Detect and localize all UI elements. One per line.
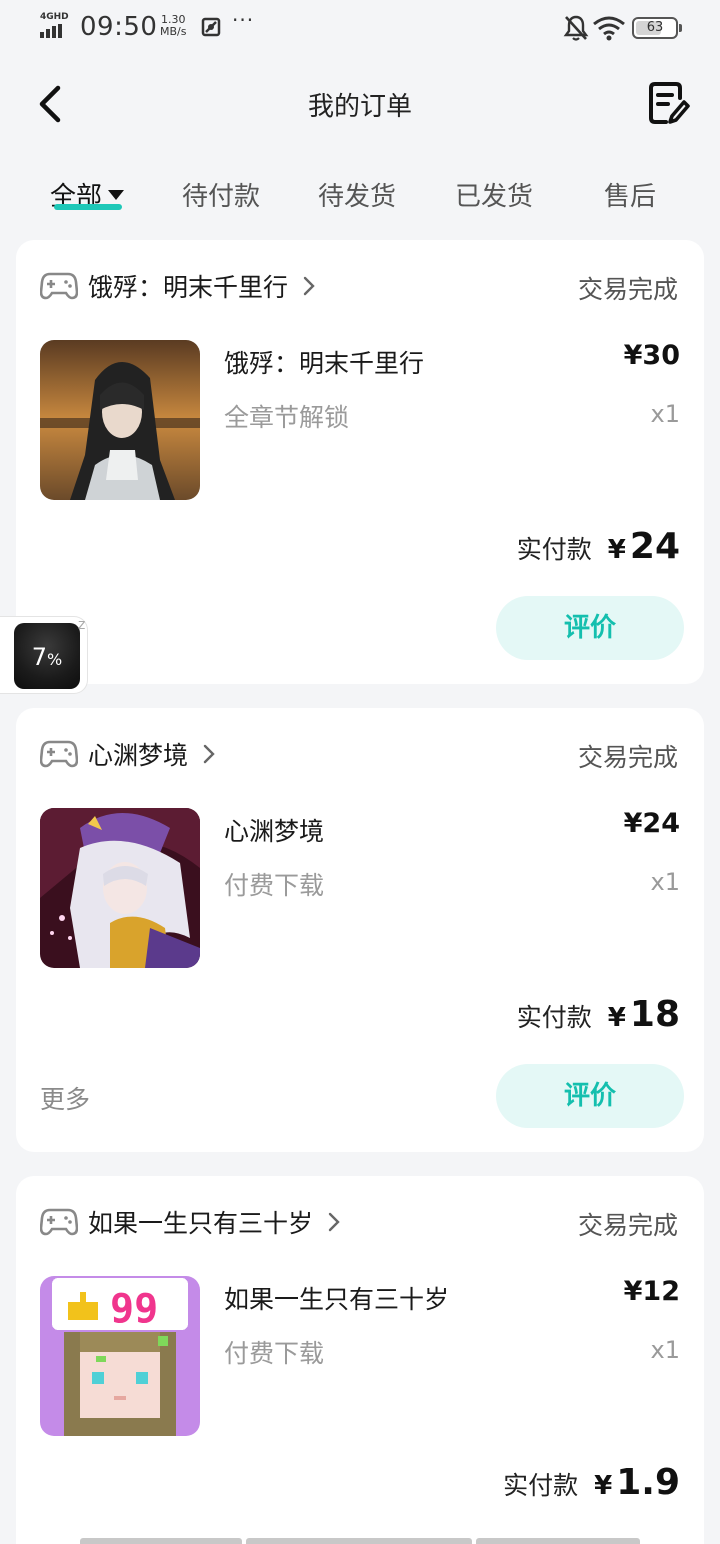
order-status: 交易完成: [577, 275, 678, 304]
item-quantity: x1: [650, 1336, 680, 1364]
chevron-right-icon: [203, 744, 215, 764]
order-tabs: 全部 待付款 待发货 已发货 售后: [0, 168, 720, 218]
order-card[interactable]: 如果一生只有三十岁 交易完成 99 如果一生只有三十岁 付费下载 ¥12 x1 …: [16, 1176, 704, 1544]
item-price: ¥12: [623, 1276, 680, 1307]
tab-after-sales[interactable]: 售后: [604, 176, 656, 213]
item-name: 心渊梦境: [224, 817, 325, 846]
currency-symbol: ¥: [607, 1003, 626, 1033]
paid-amount-row: 实付款 ¥ 24: [517, 526, 680, 567]
more-options-link[interactable]: 更多: [40, 1080, 90, 1116]
item-name: 如果一生只有三十岁: [224, 1285, 450, 1314]
order-card[interactable]: 饿殍：明末千里行 交易完成 饿殍：明末千里行 全章节解锁 ¥30 x1 实付款 …: [16, 240, 704, 684]
store-name: 如果一生只有三十岁: [88, 1209, 314, 1238]
floating-download-widget[interactable]: 7% z: [0, 616, 88, 694]
paid-amount-row: 实付款 ¥ 1.9: [503, 1462, 680, 1503]
progress-value: 7: [31, 643, 48, 671]
signal-icon: 4GHD: [40, 12, 70, 38]
paid-amount: 24: [629, 526, 680, 567]
portrait-white-hair-icon[interactable]: [40, 808, 200, 968]
store-name: 心渊梦境: [88, 741, 189, 770]
order-card[interactable]: 心渊梦境 交易完成 心渊梦境 付费下载 ¥24 x1 实付款 ¥ 18 更多 评…: [16, 708, 704, 1152]
caret-down-icon: [108, 190, 125, 200]
more-notifications-icon: ···: [232, 8, 255, 32]
percent-sign: %: [47, 650, 63, 669]
sleep-icon: z: [78, 617, 86, 633]
tab-shipped[interactable]: 已发货: [455, 176, 533, 213]
review-button[interactable]: 评价: [496, 1064, 684, 1128]
bottom-edge-strip: [80, 1538, 640, 1544]
item-spec: 全章节解锁: [224, 403, 350, 432]
item-spec: 付费下载: [224, 871, 325, 900]
order-status: 交易完成: [577, 1211, 678, 1240]
battery-icon: 63: [632, 17, 682, 39]
gamepad-icon: [40, 272, 78, 300]
active-tab-indicator: [54, 204, 122, 210]
order-status: 交易完成: [577, 743, 678, 772]
bell-off-icon: [563, 15, 589, 41]
progress-percent: 7%: [14, 643, 80, 671]
pixel-portrait-icon[interactable]: 99: [40, 1276, 200, 1436]
edit-order-icon[interactable]: [646, 80, 690, 126]
item-quantity: x1: [650, 400, 680, 428]
tab-pending-payment[interactable]: 待付款: [182, 176, 260, 213]
thumb-badge: 99: [110, 1286, 158, 1332]
currency-symbol: ¥: [594, 1471, 613, 1501]
store-name: 饿殍：明末千里行: [88, 273, 289, 302]
item-quantity: x1: [650, 868, 680, 896]
speed-unit: MB/s: [160, 25, 187, 38]
currency-symbol: ¥: [607, 535, 626, 565]
battery-level: 63: [646, 20, 664, 35]
paid-amount: 18: [629, 994, 680, 1035]
network-type: 4GHD: [40, 12, 69, 22]
header: 我的订单: [0, 66, 720, 142]
item-price: ¥24: [623, 808, 680, 839]
item-name: 饿殍：明末千里行: [224, 349, 425, 378]
wifi-icon: [593, 16, 625, 41]
item-spec: 付费下载: [224, 1339, 325, 1368]
paid-label: 实付款: [516, 535, 592, 564]
paid-label: 实付款: [503, 1471, 579, 1500]
gamepad-icon: [40, 740, 78, 768]
status-bar: 4GHD 09:50 1.30 MB/s ··· 63: [0, 0, 720, 56]
review-button[interactable]: 评价: [496, 596, 684, 660]
store-link[interactable]: 如果一生只有三十岁: [40, 1204, 341, 1240]
store-link[interactable]: 心渊梦境: [40, 736, 216, 772]
tab-pending-shipment[interactable]: 待发货: [318, 176, 396, 213]
clock: 09:50: [80, 12, 158, 42]
screenshot-icon: [201, 17, 221, 37]
paid-amount: 1.9: [616, 1462, 680, 1503]
chevron-right-icon: [328, 1212, 340, 1232]
paid-amount-row: 实付款 ¥ 18: [517, 994, 680, 1035]
store-link[interactable]: 饿殍：明末千里行: [40, 268, 316, 304]
gamepad-icon: [40, 1208, 78, 1236]
item-price: ¥30: [623, 340, 680, 371]
page-title: 我的订单: [307, 92, 412, 122]
portrait-dark-hair-icon[interactable]: [40, 340, 200, 500]
chevron-right-icon: [303, 276, 315, 296]
paid-label: 实付款: [516, 1003, 592, 1032]
network-speed: 1.30 MB/s: [160, 14, 186, 38]
